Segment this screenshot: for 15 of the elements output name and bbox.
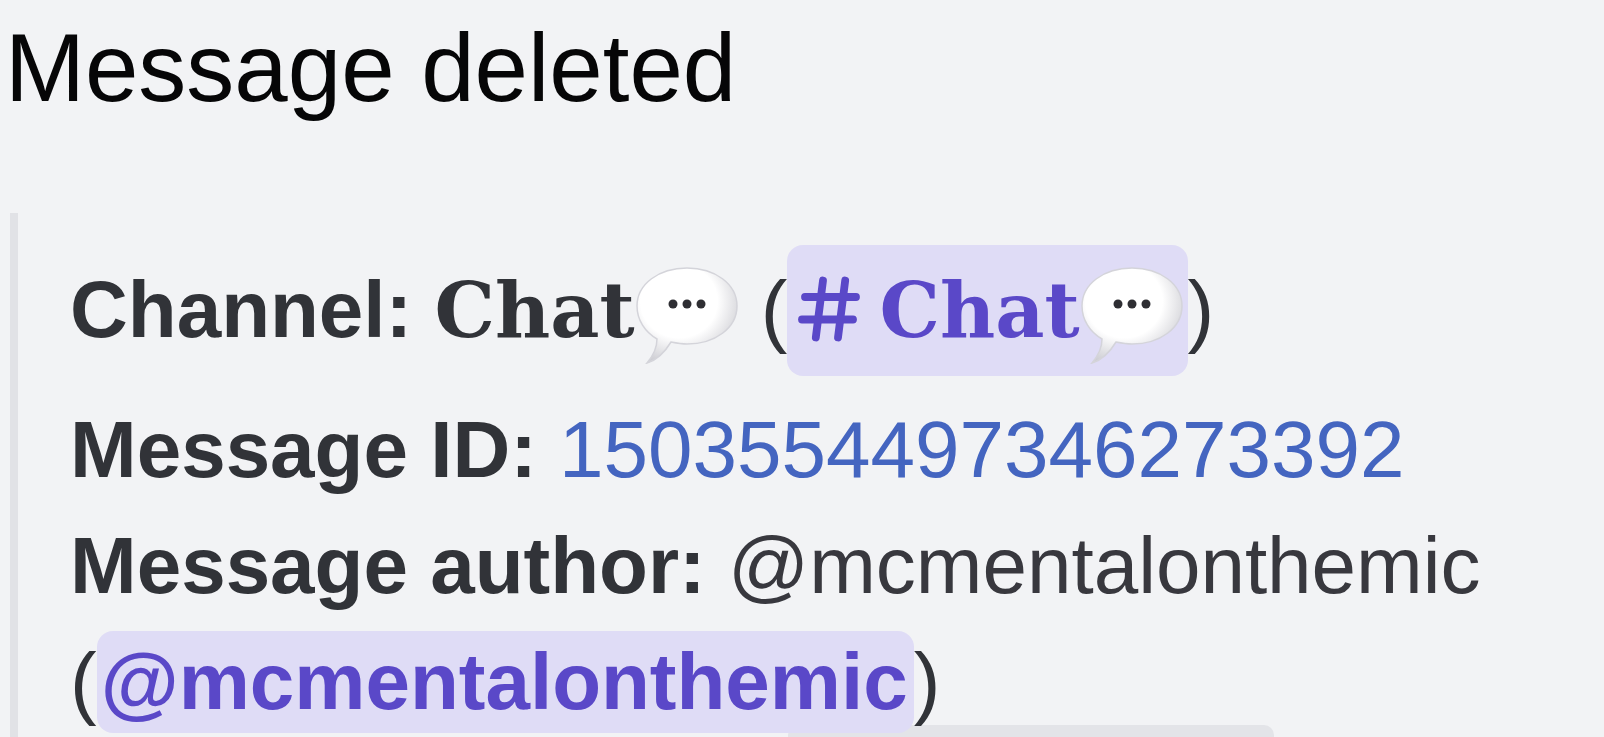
channel-name: Chat [434,266,635,355]
speech-bubble-icon [1079,264,1184,364]
field-label: Message author: [70,521,706,610]
channel-mention[interactable]: Chat [787,245,1188,376]
user-mention[interactable]: @mcmentalonthemic [96,631,914,733]
parenthesis-text: ( [70,637,97,726]
speech-bubble-icon [634,264,739,364]
parenthesis-text: ) [913,637,941,726]
field-label: Channel: [70,265,413,354]
parenthesis-text: ( [760,265,788,354]
message-id-link[interactable]: 1503554497346273392 [559,405,1405,494]
parenthesis-text: ) [1187,265,1215,354]
field-label: Message ID: [70,405,537,494]
page-title: Message deleted [5,13,738,123]
author-username: @mcmentalonthemic [727,521,1481,610]
